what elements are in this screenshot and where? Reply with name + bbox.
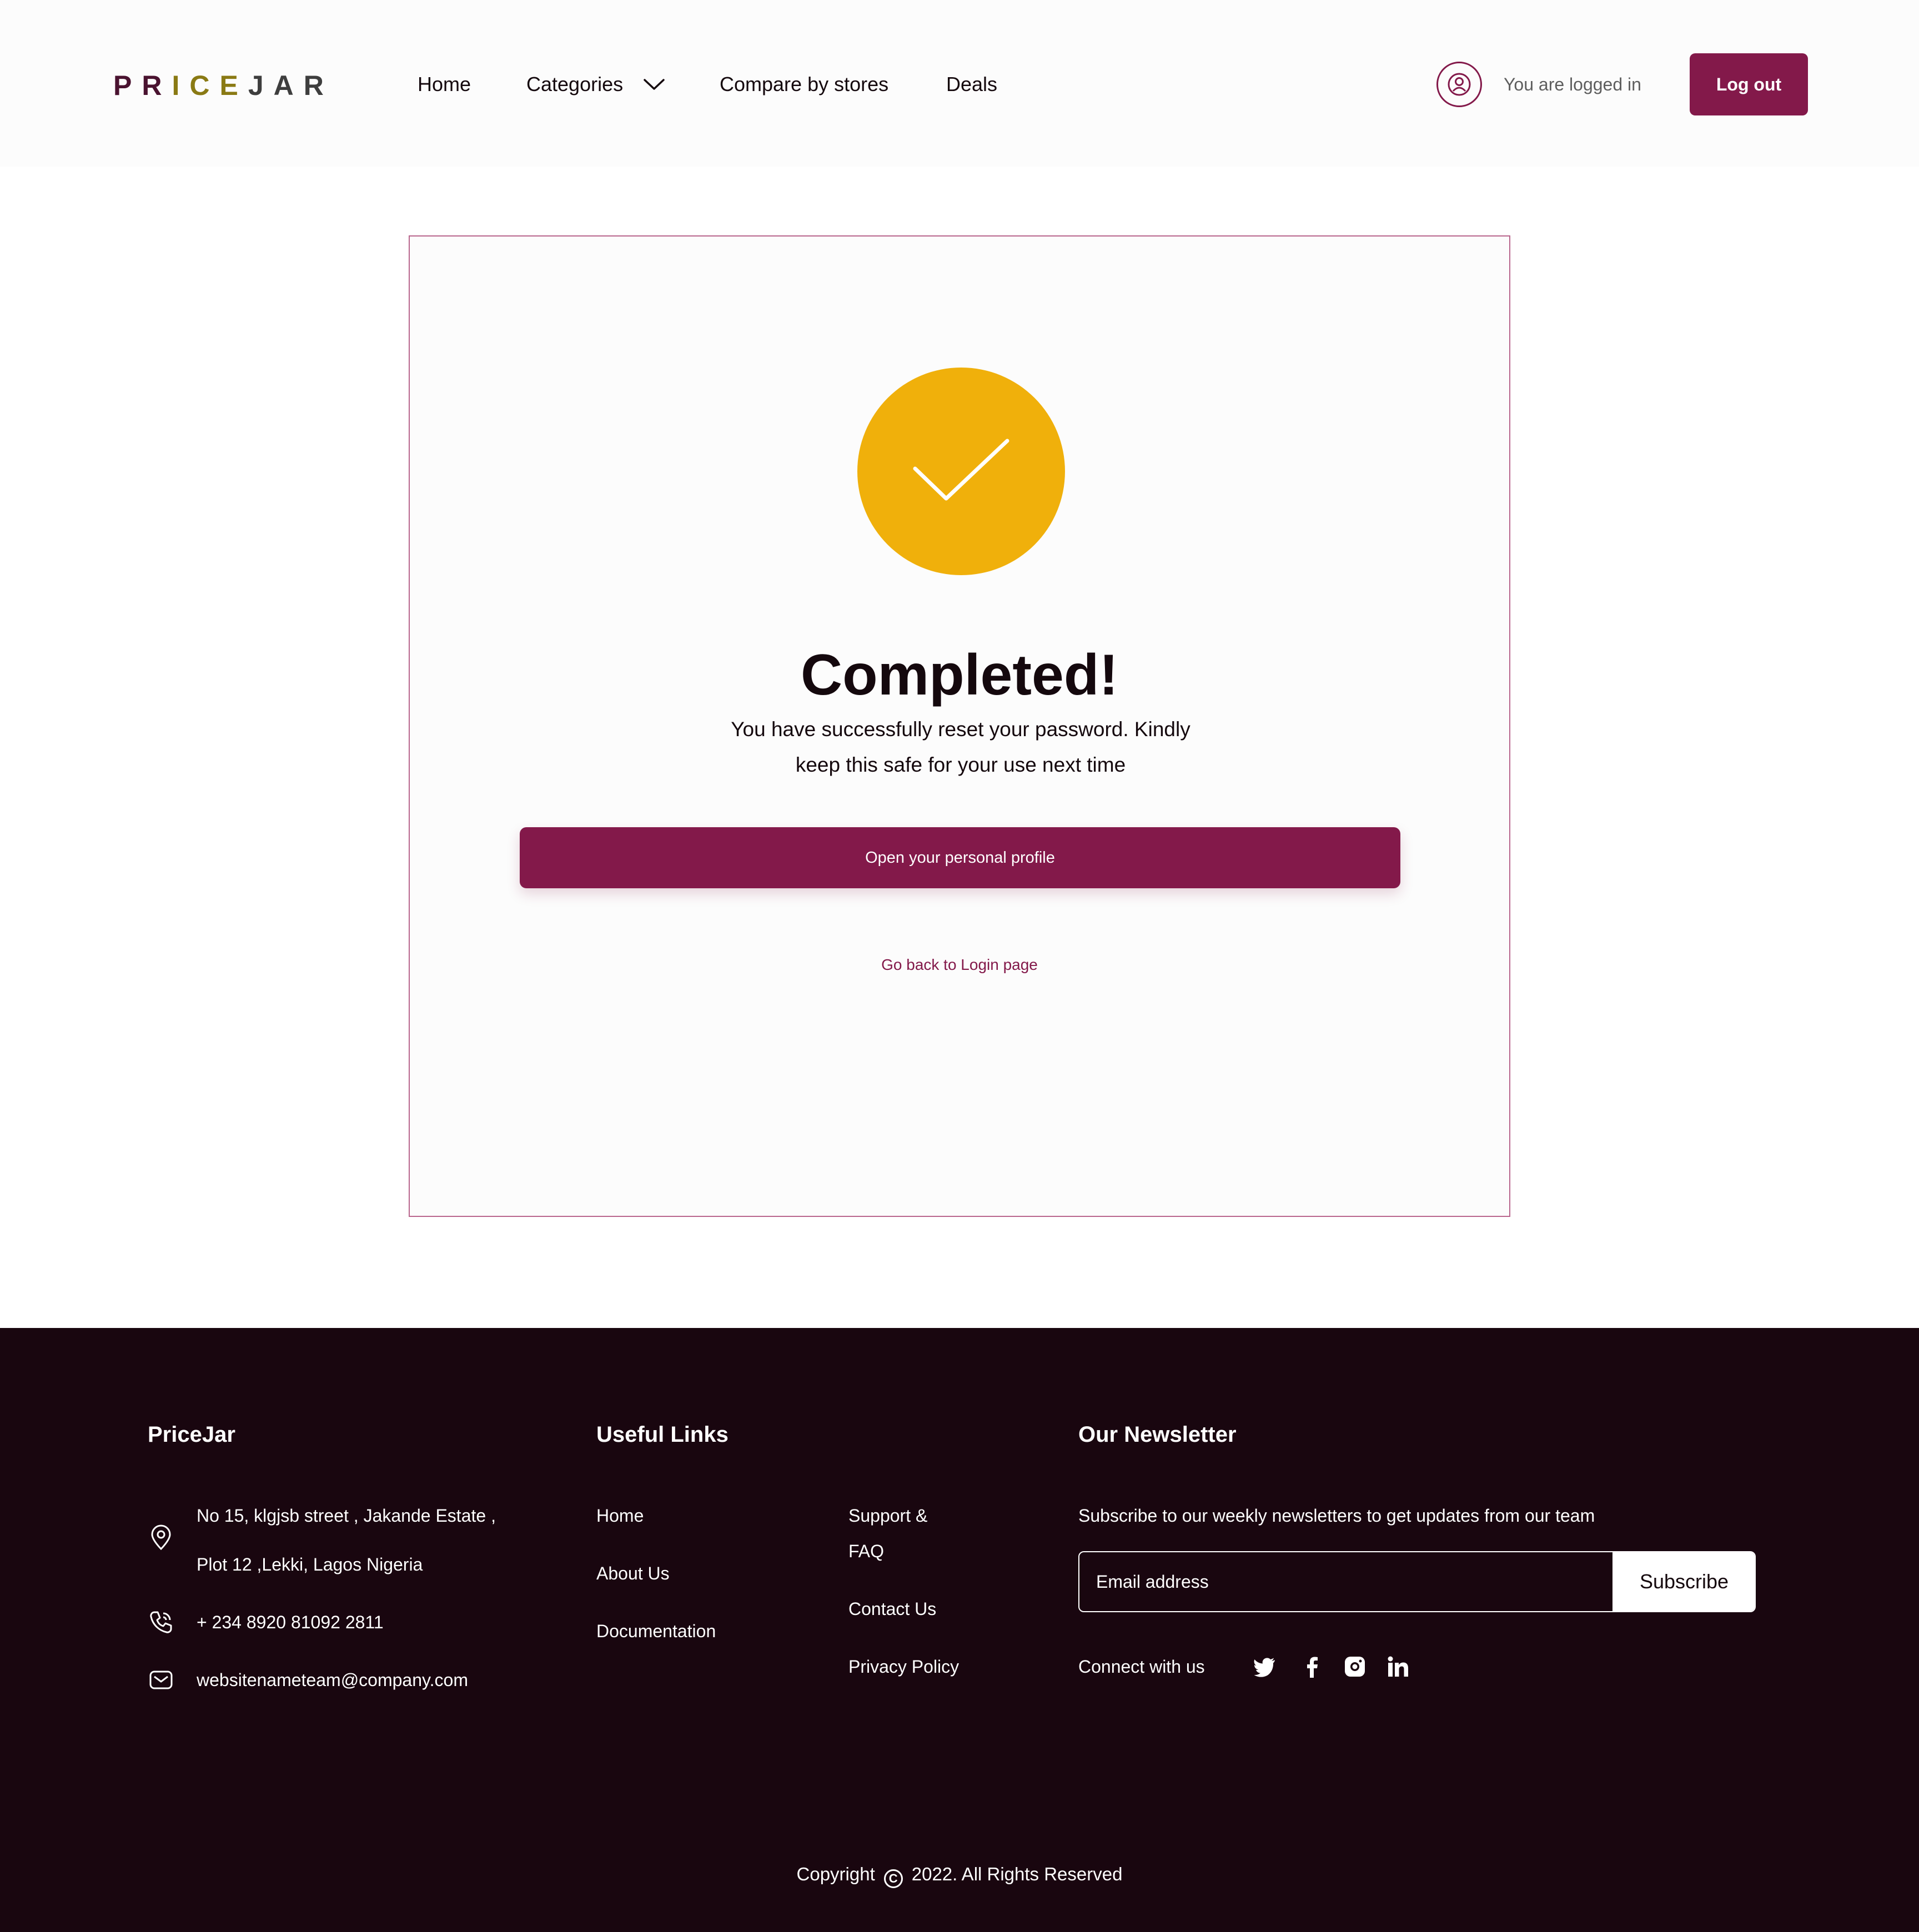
back-to-login-link[interactable]: Go back to Login page	[410, 954, 1509, 976]
newsletter-form: Subscribe	[1078, 1551, 1756, 1612]
mail-icon	[149, 1671, 173, 1689]
footer-brand-title: PriceJar	[148, 1422, 235, 1447]
useful-links-title: Useful Links	[596, 1422, 729, 1447]
phone-icon	[150, 1611, 172, 1633]
nav-compare-by-stores[interactable]: Compare by stores	[720, 71, 888, 98]
footer-link-about[interactable]: About Us	[596, 1561, 670, 1586]
logout-button[interactable]: Log out	[1690, 53, 1808, 115]
newsletter-email-input[interactable]	[1079, 1552, 1612, 1611]
location-pin-icon	[151, 1525, 171, 1551]
footer-link-support-line1: Support &	[848, 1506, 928, 1526]
success-message: You have successfully reset your passwor…	[731, 718, 1190, 776]
page-title: Completed!	[801, 643, 1118, 707]
user-avatar-icon[interactable]	[1436, 62, 1482, 107]
site-header: PRICEJAR Home Categories Compare by stor…	[0, 0, 1919, 167]
copyright-prefix: Copyright	[796, 1864, 875, 1884]
checkmark-icon	[913, 439, 1009, 501]
footer-link-contact[interactable]: Contact Us	[848, 1597, 936, 1621]
address-line-1: No 15, klgjsb street , Jakande Estate ,	[197, 1506, 496, 1526]
copyright-suffix: 2022. All Rights Reserved	[911, 1864, 1123, 1884]
footer-link-home[interactable]: Home	[596, 1503, 644, 1528]
instagram-icon[interactable]	[1343, 1654, 1367, 1679]
contact-email[interactable]: websitenameteam@company.com	[197, 1668, 468, 1692]
site-logo[interactable]: PRICEJAR	[113, 70, 334, 101]
twitter-icon[interactable]	[1253, 1654, 1277, 1679]
footer-link-documentation[interactable]: Documentation	[596, 1619, 716, 1643]
footer-link-support[interactable]: Support & FAQ	[848, 1503, 927, 1563]
linkedin-icon[interactable]	[1386, 1654, 1410, 1679]
completed-card: Completed! You have successfully reset y…	[409, 235, 1510, 1217]
nav-categories[interactable]: Categories	[526, 71, 665, 98]
copyright-text: Copyright C 2022. All Rights Reserved	[0, 1861, 1919, 1888]
copyright-icon: C	[883, 1869, 903, 1888]
subscribe-button[interactable]: Subscribe	[1612, 1552, 1755, 1611]
back-to-login-label: Go back to Login page	[881, 956, 1038, 973]
phone-number[interactable]: + 234 8920 81092 2811	[197, 1610, 384, 1634]
site-footer: PriceJar No 15, klgjsb street , Jakande …	[0, 1328, 1919, 1932]
newsletter-description: Subscribe to our weekly newsletters to g…	[1078, 1506, 1595, 1526]
chevron-down-icon	[644, 79, 665, 90]
footer-link-support-line2: FAQ	[848, 1541, 885, 1561]
success-badge	[857, 368, 1065, 575]
nav-home[interactable]: Home	[418, 71, 471, 98]
nav-deals[interactable]: Deals	[946, 71, 997, 98]
footer-link-privacy[interactable]: Privacy Policy	[848, 1654, 959, 1679]
address-line-2: Plot 12 ,Lekki, Lagos Nigeria	[197, 1554, 423, 1574]
nav-categories-label: Categories	[526, 73, 624, 95]
facebook-icon[interactable]	[1300, 1654, 1325, 1679]
login-status-text: You are logged in	[1504, 74, 1641, 94]
newsletter-title: Our Newsletter	[1078, 1422, 1237, 1447]
connect-label: Connect with us	[1078, 1657, 1205, 1677]
open-profile-button[interactable]: Open your personal profile	[520, 827, 1400, 888]
